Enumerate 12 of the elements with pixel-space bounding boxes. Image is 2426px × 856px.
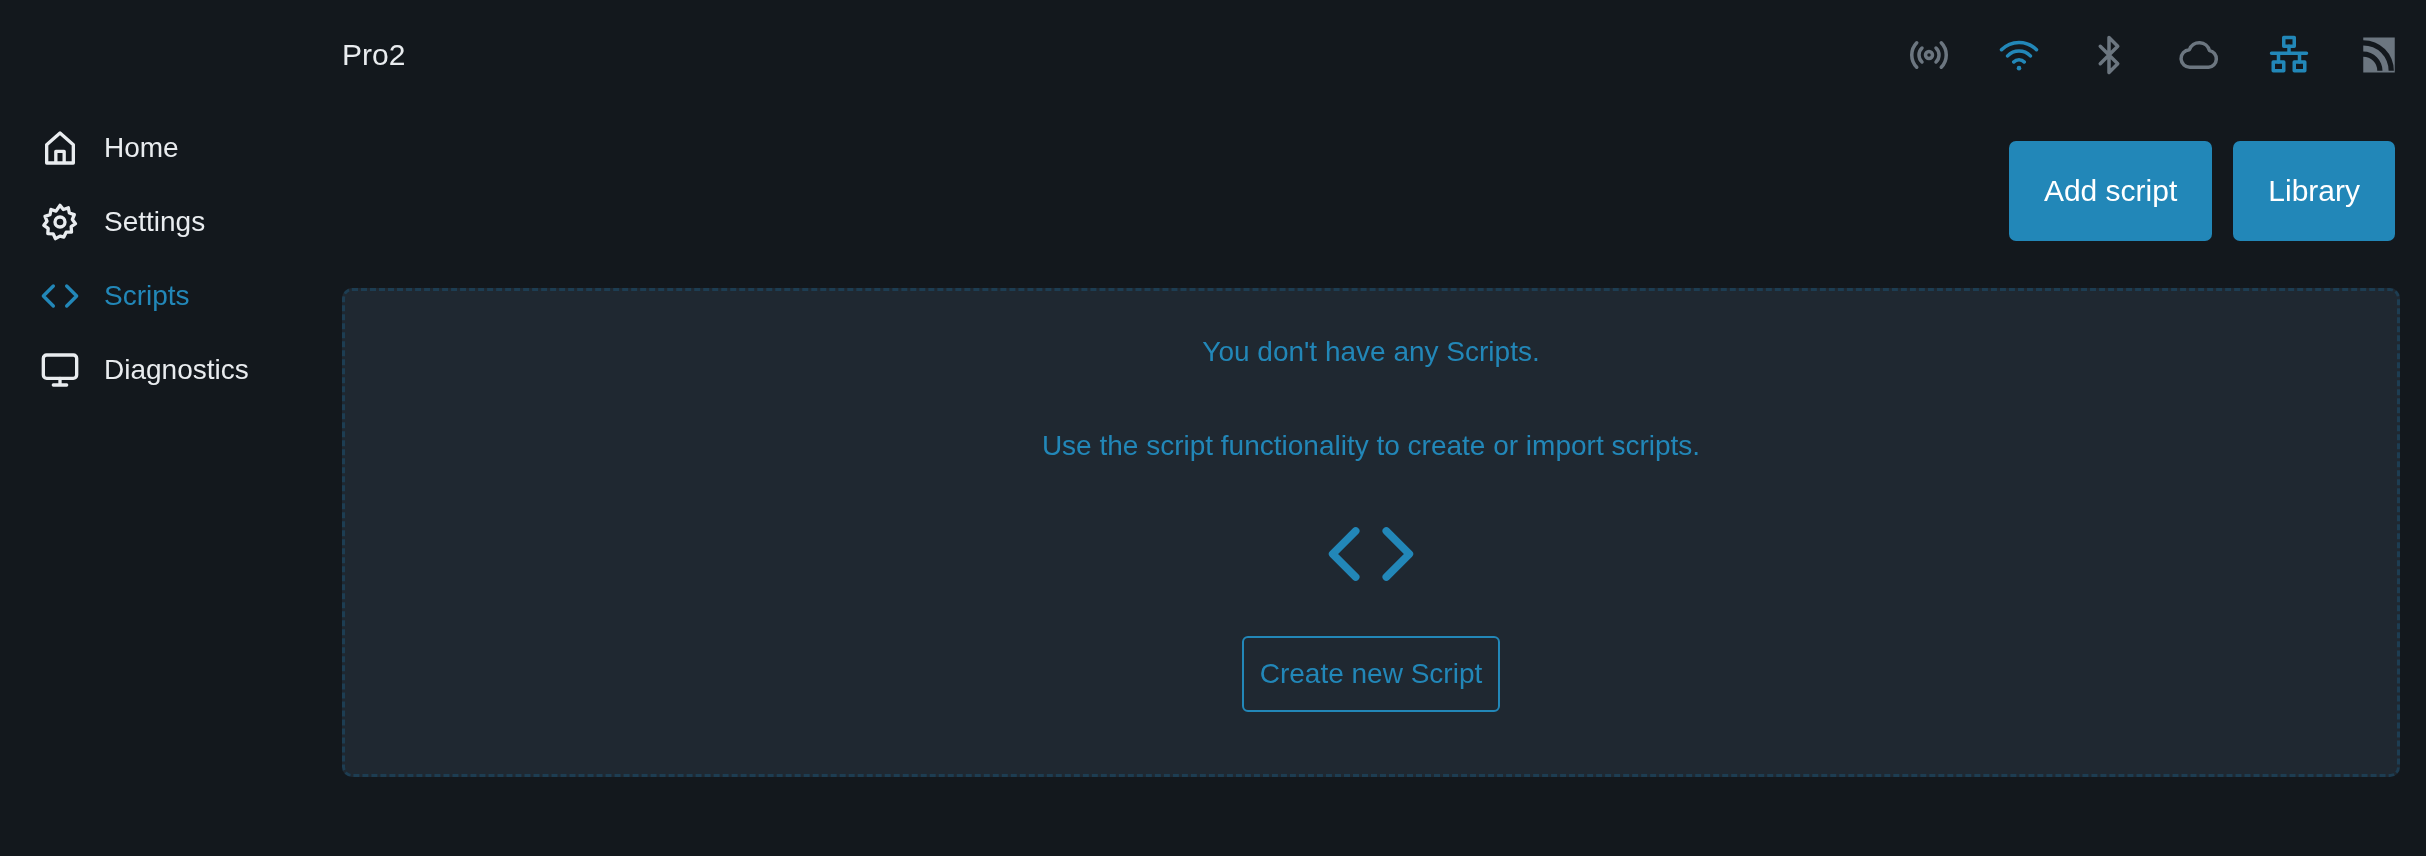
nav-item[interactable]: Settings bbox=[40, 202, 206, 242]
toolbar-button[interactable]: Add script bbox=[2008, 141, 2213, 241]
nav-item[interactable]: Scripts bbox=[40, 276, 190, 316]
nav-item[interactable]: Home bbox=[40, 128, 179, 168]
monitor-icon bbox=[40, 350, 80, 390]
empty-message: Use the script functionality to create or import scripts. bbox=[1041, 430, 1701, 462]
nav-item[interactable]: Diagnostics bbox=[40, 350, 249, 390]
create-script-button[interactable]: Create new Script bbox=[1241, 636, 1501, 712]
device-title: Pro2 bbox=[342, 38, 406, 72]
settings-icon bbox=[40, 202, 80, 242]
empty-title: You don't have any Scripts. bbox=[1202, 336, 1540, 368]
toolbar-button[interactable]: Library bbox=[2233, 141, 2395, 241]
